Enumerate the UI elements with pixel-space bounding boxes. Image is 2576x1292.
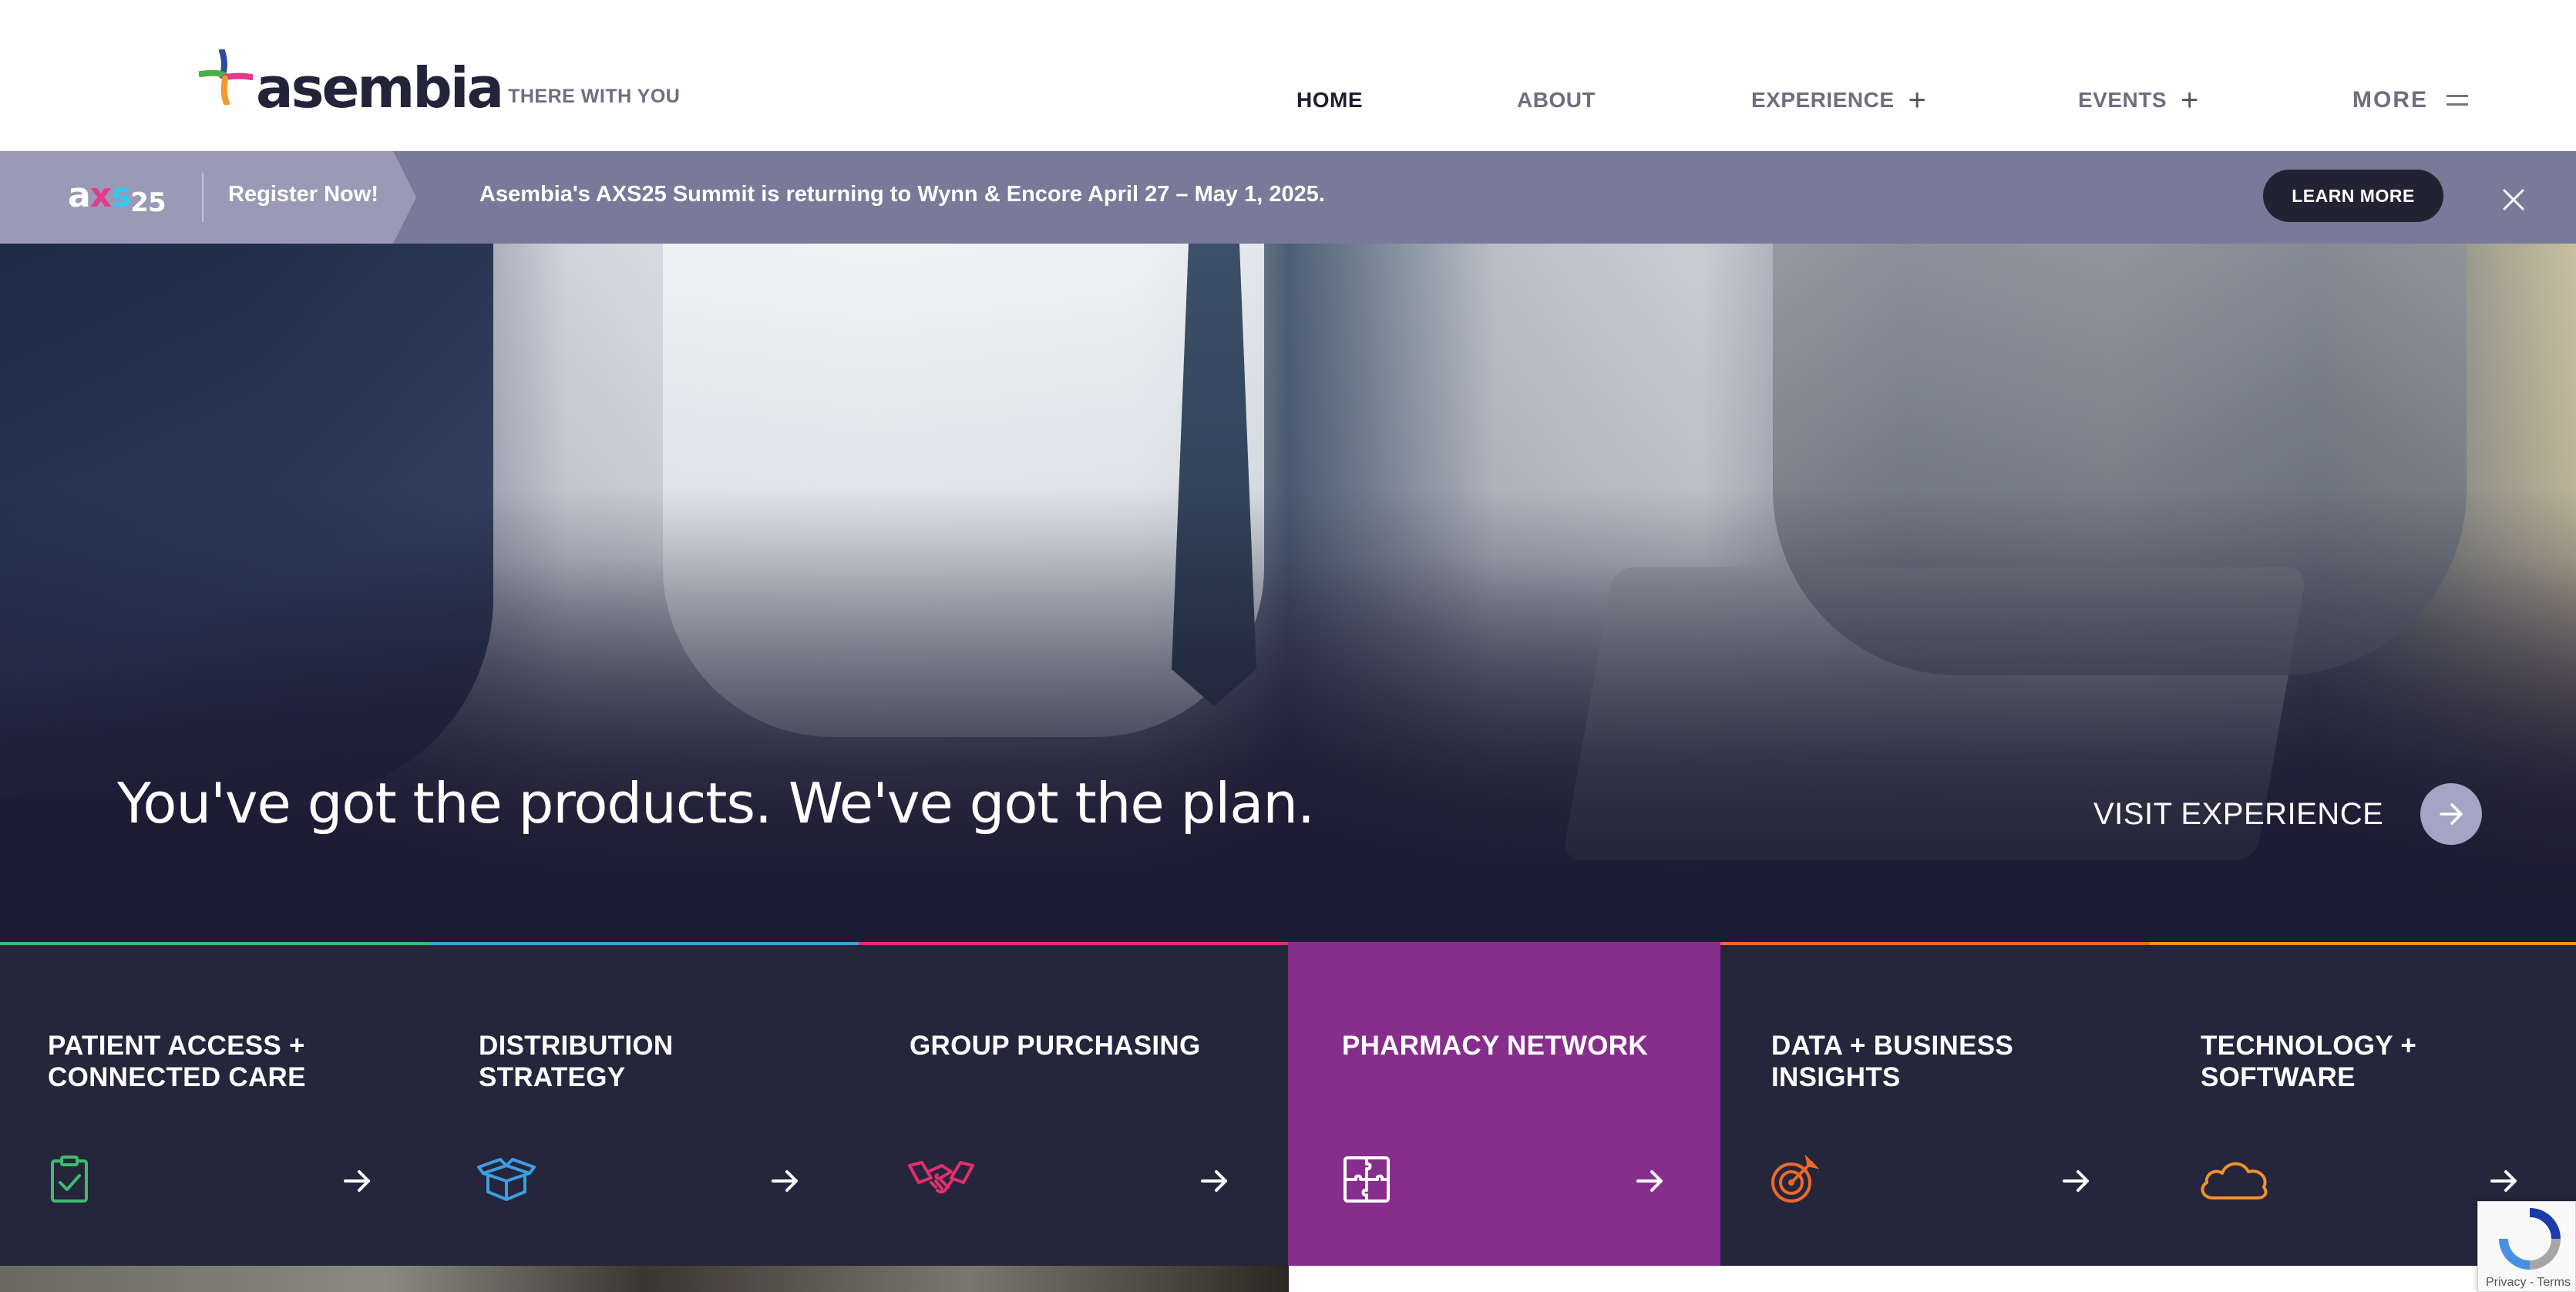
recaptcha-privacy-terms[interactable]: Privacy - Terms bbox=[2486, 1276, 2571, 1290]
plus-icon[interactable]: + bbox=[2181, 85, 2199, 116]
tile-accent-bar bbox=[1288, 942, 1720, 945]
visit-experience-button[interactable] bbox=[2420, 783, 2483, 845]
register-now-link[interactable]: Register Now! bbox=[228, 182, 378, 207]
arrow-right-icon[interactable] bbox=[1635, 1166, 1666, 1196]
hero-headline: You've got the products. We've got the p… bbox=[117, 771, 1315, 836]
arrow-right-icon[interactable] bbox=[342, 1166, 373, 1196]
next-section-panel bbox=[1289, 1266, 2576, 1292]
arrow-right-icon[interactable] bbox=[2489, 1166, 2520, 1196]
axs25-logo-x: x bbox=[89, 176, 112, 215]
tile-title-line2: CONNECTED CARE bbox=[48, 1062, 306, 1092]
nav-about-label: ABOUT bbox=[1517, 88, 1596, 112]
tile-title-line2: SOFTWARE bbox=[2201, 1062, 2356, 1092]
tile-accent-bar bbox=[429, 942, 859, 945]
puzzle-icon bbox=[1343, 1156, 1390, 1203]
axs25-logo-a: a bbox=[68, 176, 91, 215]
recaptcha-badge[interactable]: Privacy - Terms bbox=[2477, 1201, 2576, 1292]
nav-events[interactable]: EVENTS + bbox=[2078, 83, 2199, 117]
tile-title-line1: PATIENT ACCESS + bbox=[48, 1031, 305, 1061]
tile-title-line1: GROUP PURCHASING bbox=[910, 1031, 1201, 1061]
tile-title: GROUP PURCHASING bbox=[910, 1030, 1201, 1062]
banner-divider bbox=[202, 173, 203, 222]
recaptcha-icon bbox=[2499, 1208, 2561, 1270]
site-header: asembia THERE WITH YOU HOME ABOUT EXPERI… bbox=[0, 0, 2576, 151]
axs25-logo: axs25 bbox=[68, 176, 166, 217]
tile-title-line2: INSIGHTS bbox=[1771, 1062, 1901, 1092]
clipboard-check-icon bbox=[51, 1156, 88, 1203]
arrow-right-icon[interactable] bbox=[1199, 1166, 1230, 1196]
target-icon bbox=[1771, 1155, 1819, 1203]
tile-title: DISTRIBUTION STRATEGY bbox=[479, 1030, 673, 1093]
nav-home[interactable]: HOME bbox=[1296, 83, 1363, 117]
tile-pharmacy-network[interactable]: PHARMACY NETWORK bbox=[1288, 942, 1720, 1266]
open-box-icon bbox=[477, 1158, 536, 1201]
hero-section: You've got the products. We've got the p… bbox=[0, 244, 2576, 942]
hamburger-icon[interactable] bbox=[2447, 95, 2468, 106]
tile-data-business-insights[interactable]: DATA + BUSINESS INSIGHTS bbox=[1720, 942, 2150, 1266]
tile-title-line2: STRATEGY bbox=[479, 1062, 626, 1092]
tile-patient-access[interactable]: PATIENT ACCESS + CONNECTED CARE bbox=[0, 942, 429, 1266]
nav-more[interactable]: MORE bbox=[2352, 83, 2468, 117]
tile-accent-bar bbox=[1720, 942, 2150, 945]
nav-experience-label: EXPERIENCE bbox=[1751, 88, 1895, 112]
tile-accent-bar bbox=[0, 942, 429, 945]
arrow-right-icon bbox=[2440, 803, 2463, 825]
asembia-logo-mark-icon bbox=[199, 49, 253, 105]
visit-experience-label: VISIT EXPERIENCE bbox=[2093, 796, 2384, 831]
axs25-logo-s: s bbox=[111, 176, 131, 215]
logo-wordmark: asembia bbox=[256, 56, 504, 120]
visit-experience-link[interactable]: VISIT EXPERIENCE bbox=[2093, 783, 2483, 845]
tile-title-line1: PHARMACY NETWORK bbox=[1342, 1031, 1648, 1061]
tile-title: PHARMACY NETWORK bbox=[1342, 1030, 1648, 1062]
tile-accent-bar bbox=[2150, 942, 2576, 945]
nav-events-label: EVENTS bbox=[2078, 88, 2167, 112]
tile-title-line1: TECHNOLOGY + bbox=[2201, 1031, 2417, 1061]
nav-more-label: MORE bbox=[2352, 87, 2428, 113]
handshake-icon bbox=[908, 1161, 974, 1194]
axs25-logo-number: 25 bbox=[130, 187, 166, 218]
banner-message: Asembia's AXS25 Summit is returning to W… bbox=[479, 182, 1325, 207]
tile-accent-bar bbox=[859, 942, 1288, 945]
close-icon[interactable] bbox=[2500, 187, 2527, 213]
tile-title-line1: DATA + BUSINESS bbox=[1771, 1031, 2014, 1061]
arrow-right-icon[interactable] bbox=[770, 1166, 801, 1196]
tile-title: PATIENT ACCESS + CONNECTED CARE bbox=[48, 1030, 306, 1093]
tile-title: DATA + BUSINESS INSIGHTS bbox=[1771, 1030, 2013, 1093]
learn-more-button[interactable]: LEARN MORE bbox=[2263, 170, 2443, 222]
tile-title-line1: DISTRIBUTION bbox=[479, 1031, 674, 1061]
next-section-image bbox=[0, 1266, 1289, 1292]
category-tiles: PATIENT ACCESS + CONNECTED CARE DISTRIBU… bbox=[0, 942, 2576, 1266]
logo-tagline: THERE WITH YOU bbox=[508, 86, 681, 107]
asembia-logo[interactable]: asembia THERE WITH YOU bbox=[199, 46, 680, 116]
tile-group-purchasing[interactable]: GROUP PURCHASING bbox=[859, 942, 1288, 1266]
tile-distribution-strategy[interactable]: DISTRIBUTION STRATEGY bbox=[429, 942, 859, 1266]
announcement-banner: axs25 Register Now! Asembia's AXS25 Summ… bbox=[0, 151, 2576, 244]
nav-experience[interactable]: EXPERIENCE + bbox=[1751, 83, 1926, 117]
arrow-right-icon[interactable] bbox=[2061, 1166, 2092, 1196]
plus-icon[interactable]: + bbox=[1908, 85, 1927, 116]
nav-home-label: HOME bbox=[1296, 88, 1363, 112]
tile-title: TECHNOLOGY + SOFTWARE bbox=[2201, 1030, 2416, 1093]
nav-about[interactable]: ABOUT bbox=[1517, 83, 1596, 117]
cloud-icon bbox=[2201, 1162, 2268, 1199]
